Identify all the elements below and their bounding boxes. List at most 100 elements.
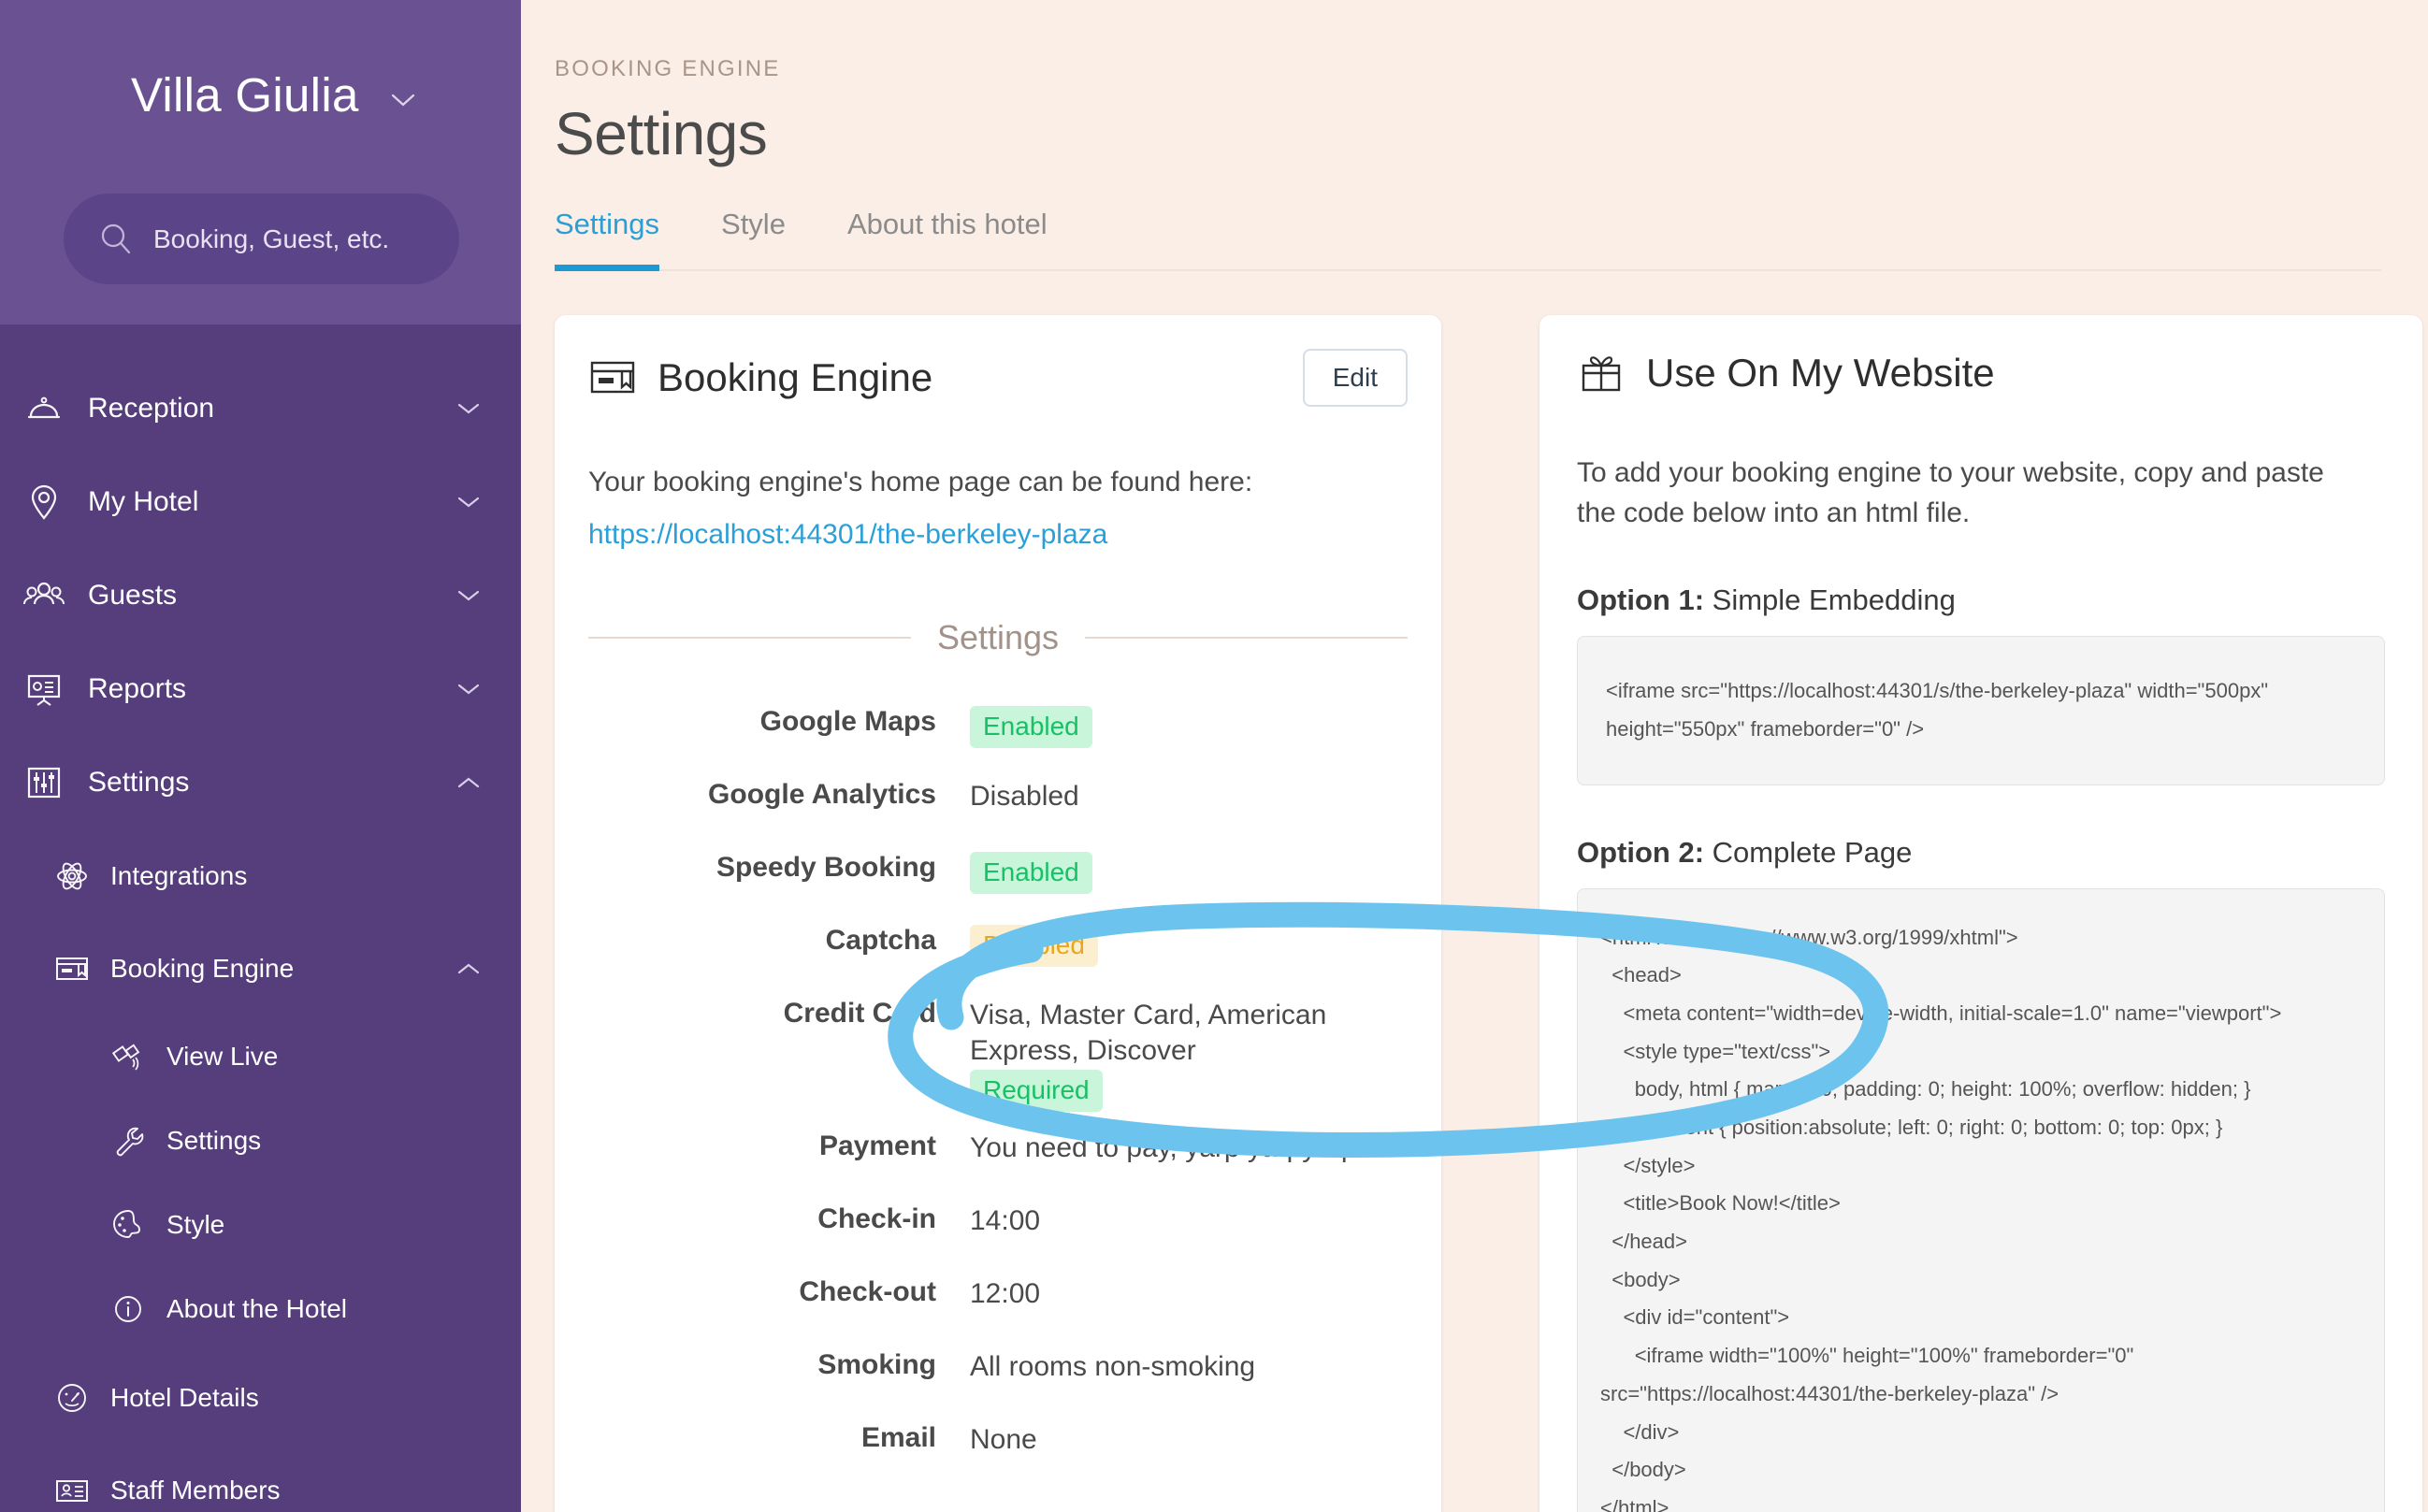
wrench-icon bbox=[110, 1123, 146, 1159]
bell-icon bbox=[22, 387, 65, 430]
settings-list: Google Maps Enabled Google Analytics Dis… bbox=[588, 695, 1408, 1476]
sidebar-item-label: Integrations bbox=[110, 860, 248, 890]
sidebar-item-my-hotel[interactable]: My Hotel bbox=[0, 455, 521, 549]
chevron-down-icon[interactable] bbox=[457, 492, 480, 512]
settings-row-google-maps: Google Maps Enabled bbox=[588, 695, 1408, 760]
card-title: Use On My Website bbox=[1646, 351, 1995, 395]
chevron-down-icon[interactable] bbox=[457, 398, 480, 419]
sidebar-item-label: Style bbox=[166, 1210, 225, 1239]
sidebar-item-be-style[interactable]: Style bbox=[0, 1183, 521, 1267]
row-value: 12:00 bbox=[936, 1265, 1040, 1312]
option-1-bold: Option 1: bbox=[1577, 583, 1705, 617]
option-1-code-block[interactable]: <iframe src="https://localhost:44301/s/t… bbox=[1577, 636, 2385, 785]
status-badge: Required bbox=[970, 1069, 1103, 1112]
tab-settings[interactable]: Settings bbox=[555, 208, 660, 271]
option-2-code-block[interactable]: <html xmlns="http://www.w3.org/1999/xhtm… bbox=[1577, 887, 2385, 1512]
booking-engine-card: Booking Engine Edit Your booking engine'… bbox=[555, 315, 1441, 1512]
check-in-time: 14:00 bbox=[970, 1204, 1041, 1236]
sidebar-item-be-settings[interactable]: Settings bbox=[0, 1099, 521, 1183]
hotel-name: Villa Giulia bbox=[131, 68, 359, 122]
divider-line-left bbox=[588, 637, 911, 639]
app-root: Villa Giulia Booking, Guest, etc. Recept… bbox=[0, 0, 2428, 1512]
sidebar-item-booking-engine[interactable]: Booking Engine bbox=[0, 922, 521, 1015]
row-label: Check-in bbox=[817, 1202, 936, 1234]
status-badge: Enabled bbox=[970, 706, 1092, 748]
settings-section-divider: Settings bbox=[588, 618, 1409, 657]
tab-style[interactable]: Style bbox=[721, 208, 786, 269]
sidebar-item-view-live[interactable]: View Live bbox=[0, 1015, 521, 1099]
settings-row-email: Email None bbox=[588, 1411, 1408, 1476]
map-pin-icon bbox=[22, 481, 65, 524]
sidebar-item-hotel-details[interactable]: Hotel Details bbox=[0, 1351, 521, 1444]
chevron-up-icon[interactable] bbox=[457, 772, 480, 793]
sidebar-item-label: Booking Engine bbox=[110, 953, 295, 983]
settings-row-smoking: Smoking All rooms non-smoking bbox=[588, 1338, 1408, 1404]
booking-engine-intro: Your booking engine's home page can be f… bbox=[588, 467, 1253, 497]
settings-row-google-analytics: Google Analytics Disabled bbox=[588, 768, 1408, 833]
settings-row-payment: Payment You need to pay, yarp yarpyarp bbox=[588, 1119, 1408, 1185]
chevron-up-icon[interactable] bbox=[457, 958, 480, 979]
sidebar-item-settings[interactable]: Settings bbox=[0, 736, 521, 829]
card-title: Booking Engine bbox=[658, 355, 933, 399]
row-label: Check-out bbox=[799, 1275, 936, 1307]
sidebar-item-staff-members[interactable]: Staff Members bbox=[0, 1444, 521, 1512]
search-input[interactable]: Booking, Guest, etc. bbox=[64, 194, 459, 284]
row-value: 14:00 bbox=[936, 1192, 1040, 1239]
sidebar-item-label: Settings bbox=[88, 767, 190, 798]
row-label: Speedy Booking bbox=[715, 852, 936, 883]
settings-row-credit-card: Credit Card Visa, Master Card, American … bbox=[588, 986, 1408, 1112]
sidebar-item-label: Staff Members bbox=[110, 1475, 281, 1505]
settings-row-check-in: Check-in 14:00 bbox=[588, 1192, 1408, 1258]
sidebar-item-label: Reports bbox=[88, 673, 187, 704]
sidebar-item-label: Reception bbox=[88, 393, 215, 424]
palette-icon bbox=[110, 1207, 146, 1243]
settings-row-speedy-booking: Speedy Booking Enabled bbox=[588, 841, 1408, 906]
sidebar-item-reports[interactable]: Reports bbox=[0, 642, 521, 736]
website-card-header: Use On My Website bbox=[1577, 349, 2385, 397]
settings-row-captcha: Captcha Disabled bbox=[588, 914, 1408, 979]
status-badge: Enabled bbox=[970, 852, 1092, 894]
booking-card-icon bbox=[588, 353, 637, 402]
edit-button[interactable]: Edit bbox=[1302, 349, 1408, 407]
option-2-label: Option 2: Complete Page bbox=[1577, 836, 2385, 870]
booking-engine-home-link[interactable]: https://localhost:44301/the-berkeley-pla… bbox=[588, 519, 1107, 551]
sidebar-item-label: View Live bbox=[166, 1042, 279, 1071]
sidebar-item-label: My Hotel bbox=[88, 486, 199, 517]
sliders-icon bbox=[22, 761, 65, 804]
cards-row: Booking Engine Edit Your booking engine'… bbox=[521, 271, 2428, 1512]
presentation-chart-icon bbox=[22, 668, 65, 711]
sidebar-nav: Reception My Hotel Guests Reports Settin… bbox=[0, 324, 521, 1512]
chevron-down-icon bbox=[391, 87, 415, 111]
row-label: Credit Card bbox=[783, 998, 936, 1029]
row-value: Disabled bbox=[936, 768, 1079, 814]
sidebar-item-guests[interactable]: Guests bbox=[0, 549, 521, 642]
info-circle-icon bbox=[110, 1291, 146, 1327]
tab-about-this-hotel[interactable]: About this hotel bbox=[847, 208, 1048, 269]
hotel-switcher[interactable]: Villa Giulia bbox=[0, 0, 521, 122]
atom-icon bbox=[54, 858, 90, 894]
sidebar-item-label: Settings bbox=[166, 1126, 262, 1155]
option-1-label: Option 1: Simple Embedding bbox=[1577, 583, 2385, 617]
row-value: Visa, Master Card, American Express, Dis… bbox=[936, 986, 1376, 1112]
sidebar-item-integrations[interactable]: Integrations bbox=[0, 829, 521, 922]
satellite-icon bbox=[110, 1039, 146, 1074]
row-value: All rooms non-smoking bbox=[936, 1338, 1255, 1385]
chevron-down-icon[interactable] bbox=[457, 679, 480, 699]
status-text: Disabled bbox=[970, 781, 1079, 812]
option-2-rest: Complete Page bbox=[1704, 835, 1913, 869]
page-header: BOOKING ENGINE Settings Settings Style A… bbox=[521, 0, 2428, 271]
chevron-down-icon[interactable] bbox=[457, 585, 480, 606]
main-content: BOOKING ENGINE Settings Settings Style A… bbox=[521, 0, 2428, 1512]
gift-icon bbox=[1577, 349, 1626, 397]
sidebar-item-reception[interactable]: Reception bbox=[0, 362, 521, 455]
settings-row-check-out: Check-out 12:00 bbox=[588, 1265, 1408, 1331]
use-on-my-website-card: Use On My Website To add your booking en… bbox=[1539, 315, 2422, 1512]
email-value: None bbox=[970, 1423, 1037, 1455]
row-label: Google Analytics bbox=[708, 779, 936, 810]
smoking-policy: All rooms non-smoking bbox=[970, 1350, 1256, 1382]
row-value: You need to pay, yarp yarpyarp bbox=[936, 1119, 1357, 1166]
people-icon bbox=[22, 574, 65, 617]
tab-bar: Settings Style About this hotel bbox=[555, 208, 2381, 271]
breadcrumb: BOOKING ENGINE bbox=[555, 56, 781, 81]
sidebar-item-about-the-hotel[interactable]: About the Hotel bbox=[0, 1267, 521, 1351]
